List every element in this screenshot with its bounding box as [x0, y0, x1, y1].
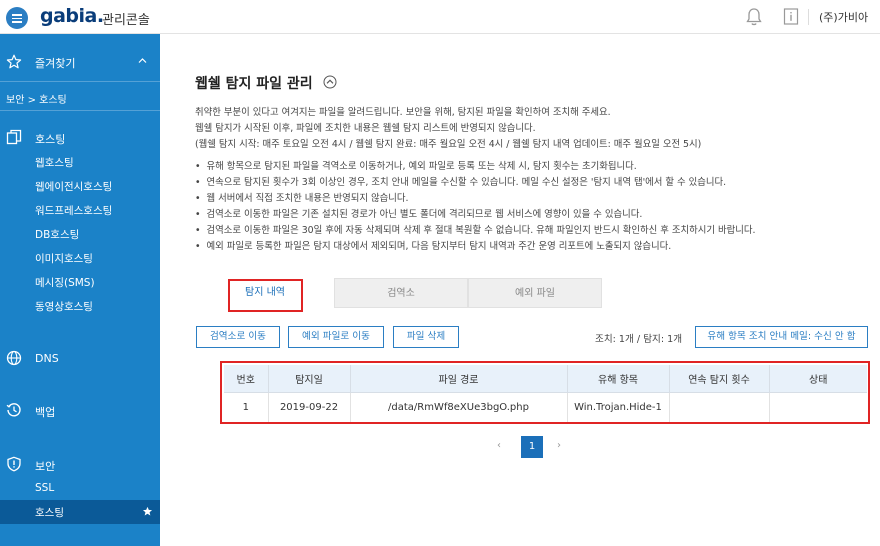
chevron-up-circle-icon[interactable] [323, 75, 337, 89]
next-page-button[interactable]: › [557, 440, 561, 451]
sidebar-group-label: 호스팅 [35, 133, 66, 146]
star-icon [6, 54, 22, 69]
detection-table-box: 번호 탐지일 파일 경로 유해 항목 연속 탐지 횟수 상태 1 2019-09… [220, 361, 870, 424]
notice-item: 예외 파일로 등록한 파일은 탐지 대상에서 제외되며, 다음 탐지부터 탐지 … [195, 238, 672, 252]
sidebar-divider [0, 110, 160, 111]
history-icon [6, 403, 21, 417]
sidebar-item-messaging[interactable]: 메시징(SMS) [35, 275, 95, 290]
row-number: 1 [242, 401, 249, 413]
column-header: 탐지일 [267, 365, 350, 393]
gabia-logo[interactable]: gabia. [40, 5, 104, 27]
sidebar-group-label: 백업 [35, 406, 56, 419]
globe-icon [6, 350, 22, 366]
notice-item: 웹 서버에서 직접 조치한 내용은 반영되지 않습니다. [195, 190, 409, 204]
shield-icon [7, 456, 21, 472]
sidebar-breadcrumb: 보안 > 호스팅 [6, 95, 67, 106]
action-count: 조치: 1개 / 탐지: 1개 [595, 334, 683, 345]
detection-date: 2019-09-22 [267, 392, 350, 422]
favorite-star-icon[interactable] [142, 506, 153, 517]
delete-file-button[interactable]: 파일 삭제 [393, 326, 459, 348]
table-header-row: 번호 탐지일 파일 경로 유해 항목 연속 탐지 횟수 상태 [224, 365, 867, 393]
sidebar-item-video-hosting[interactable]: 동영상호스팅 [35, 299, 93, 314]
account-name[interactable]: (주)가비아 [819, 9, 868, 25]
page-number-current[interactable]: 1 [521, 436, 543, 458]
prev-page-button[interactable]: ‹ [497, 440, 501, 451]
sidebar-group-dns[interactable]: DNS [0, 348, 160, 370]
topbar-divider [808, 9, 809, 25]
status [768, 392, 867, 422]
pagination: ‹ 1 › [497, 436, 577, 458]
sidebar-group-label: 보안 [35, 460, 56, 473]
consecutive-count [668, 392, 769, 422]
sidebar-item-image-hosting[interactable]: 이미지호스팅 [35, 251, 93, 266]
sidebar-item-web-agency-hosting[interactable]: 웹에이전시호스팅 [35, 179, 112, 194]
move-to-exception-button[interactable]: 예외 파일로 이동 [288, 326, 384, 348]
notice-item: 검역소로 이동한 파일은 30일 후에 자동 삭제되며 삭제 후 절대 복원할 … [195, 222, 756, 236]
sidebar-item-db-hosting[interactable]: DB호스팅 [35, 227, 79, 242]
description-line: 취약한 부분이 있다고 여겨지는 파일을 알려드립니다. 보안을 위해, 탐지된… [195, 107, 611, 118]
column-header: 상태 [768, 365, 867, 393]
notice-item: 검역소로 이동한 파일은 기존 설치된 경로가 아닌 별도 폴더에 격리되므로 … [195, 206, 643, 220]
copy-icon [6, 129, 22, 145]
chevron-up-icon [138, 58, 147, 63]
favorites-label: 즐겨찾기 [35, 57, 76, 70]
sidebar-group-backup[interactable]: 백업 [0, 400, 160, 422]
column-header: 번호 [224, 365, 268, 393]
sidebar-item-ssl[interactable]: SSL [35, 482, 54, 494]
sidebar-item-hosting-security[interactable]: 호스팅 [0, 500, 160, 524]
console-title: 관리콘솔 [102, 13, 150, 28]
sidebar-group-label: DNS [35, 352, 59, 365]
tab-quarantine[interactable]: 검역소 [334, 278, 468, 308]
detection-table: 번호 탐지일 파일 경로 유해 항목 연속 탐지 횟수 상태 1 2019-09… [224, 365, 867, 422]
column-header: 유해 항목 [566, 365, 669, 393]
description-line: 웹쉘 탐지가 시작된 이후, 파일에 조치한 내용은 웹쉘 탐지 리스트에 반영… [195, 123, 536, 134]
description-line: (웹쉘 탐지 시작: 매주 토요일 오전 4시 / 웹쉘 탐지 완료: 매주 월… [195, 139, 702, 150]
sidebar: 즐겨찾기 보안 > 호스팅 호스팅 웹호스팅 웹에이전시호스팅 워드프레스호스팅… [0, 34, 160, 546]
bell-icon[interactable] [745, 7, 763, 27]
sidebar-group-hosting[interactable]: 호스팅 [0, 127, 160, 149]
sidebar-favorites[interactable]: 즐겨찾기 [0, 52, 160, 74]
tab-highlight-box [228, 279, 303, 312]
sidebar-item-label: 호스팅 [35, 507, 64, 519]
info-icon[interactable] [783, 8, 799, 25]
sidebar-group-security[interactable]: 보안 [0, 454, 160, 476]
column-header: 파일 경로 [349, 365, 567, 393]
top-bar: gabia. 관리콘솔 (주)가비아 [0, 0, 880, 34]
file-path: /data/RmWf8eXUe3bgO.php [349, 392, 567, 422]
move-to-quarantine-button[interactable]: 검역소로 이동 [196, 326, 280, 348]
malware-name: Win.Trojan.Hide-1 [566, 392, 669, 422]
column-header: 연속 탐지 횟수 [668, 365, 769, 393]
tab-exception-files[interactable]: 예외 파일 [468, 278, 602, 308]
main-content: 웹쉘 탐지 파일 관리 취약한 부분이 있다고 여겨지는 파일을 알려드립니다.… [160, 34, 880, 546]
sidebar-item-wordpress-hosting[interactable]: 워드프레스호스팅 [35, 203, 112, 218]
sidebar-divider [0, 81, 160, 82]
notice-item: 유해 항목으로 탐지된 파일을 격역소로 이동하거나, 예외 파일로 등록 또는… [195, 158, 637, 172]
notice-item: 연속으로 탐지된 횟수가 3회 이상인 경우, 조치 안내 메일을 수신할 수 … [195, 174, 727, 188]
sidebar-item-web-hosting[interactable]: 웹호스팅 [35, 155, 74, 170]
mail-setting-button[interactable]: 유해 항목 조치 안내 메일: 수신 안 함 [695, 326, 868, 348]
menu-icon[interactable] [6, 7, 28, 29]
table-row[interactable]: 1 2019-09-22 /data/RmWf8eXUe3bgO.php Win… [224, 392, 867, 422]
page-title: 웹쉘 탐지 파일 관리 [195, 76, 313, 92]
